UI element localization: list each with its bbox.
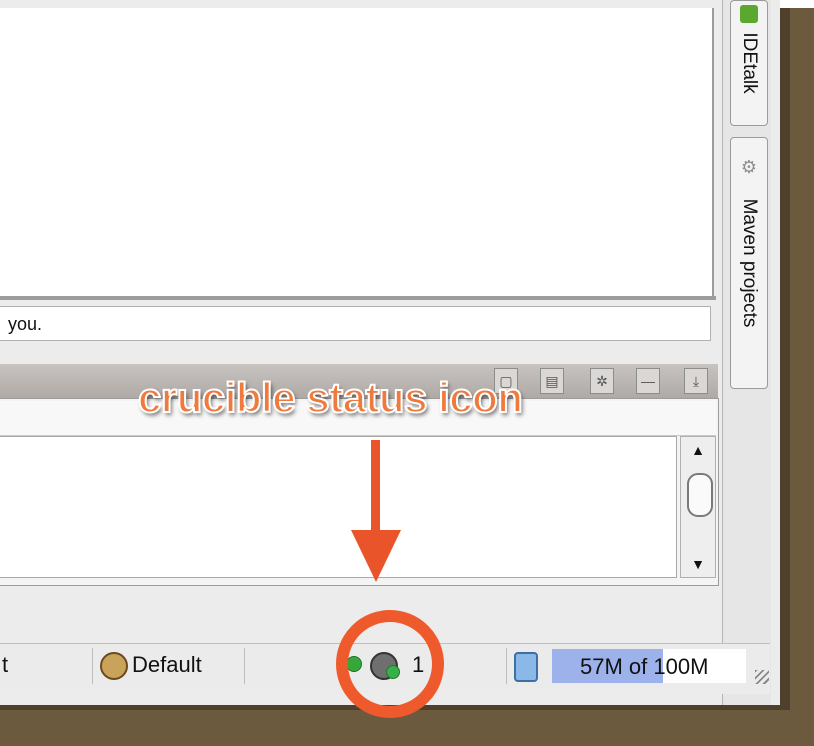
memory-label: 57M of 100M	[580, 654, 709, 679]
annotation-arrow	[371, 440, 380, 540]
tool-window-content[interactable]	[0, 436, 677, 578]
annotation-arrow-head	[351, 530, 401, 582]
callout-text: crucible status icon	[137, 373, 524, 422]
scroll-thumb[interactable]	[687, 473, 713, 517]
message-text: you.	[8, 314, 43, 334]
inspector-profile-icon[interactable]	[100, 652, 128, 680]
tab-maven-projects[interactable]: ⚙ Maven projects	[730, 137, 768, 389]
tab-label-idetalk: IDEtalk	[739, 32, 760, 94]
scroll-down-button[interactable]: ▼	[688, 553, 708, 575]
profile-label[interactable]: Default	[132, 652, 202, 678]
memory-indicator[interactable]: 57M of 100M	[552, 649, 746, 683]
editor-area[interactable]	[0, 8, 714, 298]
status-separator	[92, 648, 93, 684]
ide-window: you. IDEtalk ⚙ Maven projects ▢ ▤ ✲ — ⤓ …	[0, 0, 780, 705]
idetalk-icon	[740, 5, 758, 23]
editor-bottom-border	[0, 296, 716, 300]
status-separator	[244, 648, 245, 684]
status-left-text: t	[2, 652, 9, 677]
resize-grip[interactable]	[755, 670, 769, 684]
tab-idetalk[interactable]: IDEtalk	[730, 0, 768, 126]
status-separator	[506, 648, 507, 684]
annotation-ring	[336, 610, 444, 718]
message-line: you.	[0, 306, 711, 341]
scroll-up-button[interactable]: ▲	[688, 439, 708, 461]
vertical-scrollbar[interactable]: ▲ ▼	[680, 436, 716, 578]
tab-label-maven-projects: Maven projects	[739, 198, 760, 328]
garbage-collect-icon[interactable]	[514, 652, 538, 682]
gear-icon: ⚙	[740, 157, 758, 177]
